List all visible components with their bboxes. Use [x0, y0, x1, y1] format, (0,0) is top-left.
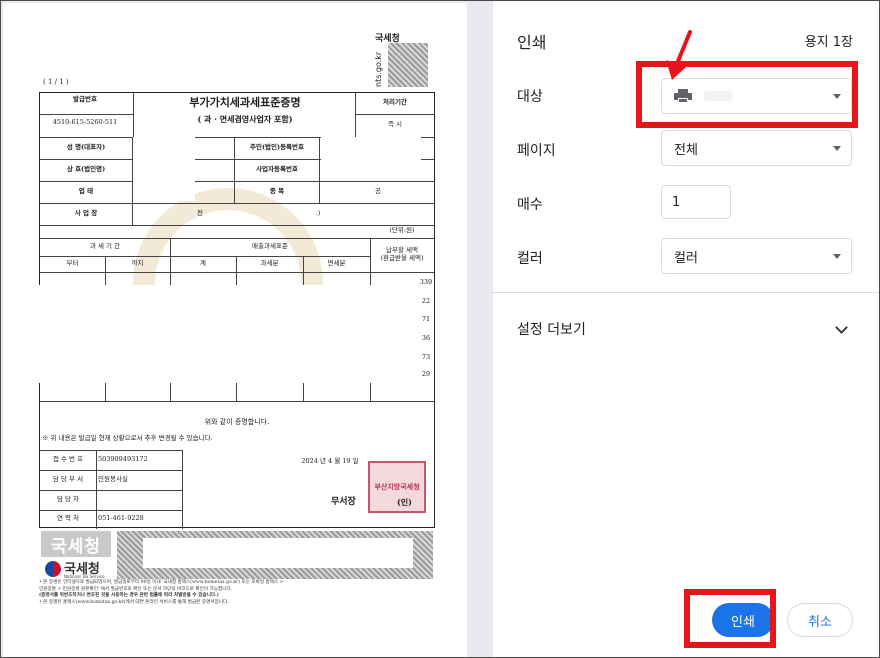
- document-title: 부가가치세과세표준증명: [189, 96, 301, 110]
- validity-note: ※ 위 내용은 발급일 현재 상황으로서 추후 변경될 수 있습니다.: [42, 434, 213, 443]
- sheet-count: 용지 1장: [804, 35, 853, 50]
- pages-label: 페이지: [517, 143, 556, 159]
- tax-amount: 339: [419, 278, 433, 287]
- tax-amount: 29: [421, 370, 431, 379]
- issue-no-value: 4510-615-5260-511: [52, 118, 118, 127]
- col-tax: 납부할 세액 (환급받을 세액): [380, 246, 424, 262]
- section-divider: [493, 292, 879, 293]
- business-type-label: 업 태: [78, 187, 94, 196]
- color-value: 컬러: [674, 250, 698, 266]
- document-subtitle: ( 과 · 면세겸영사업자 포함): [197, 114, 293, 125]
- category-label: 종 목: [269, 187, 285, 196]
- color-label: 컬러: [517, 251, 543, 267]
- more-settings-toggle[interactable]: 설정 더보기: [493, 305, 879, 349]
- footer-agency-en: National Tax Service: [64, 574, 105, 579]
- pages-value: 전체: [674, 142, 698, 158]
- seal-mark: (인): [397, 497, 412, 507]
- issue-date: 2024 년 4 월 19 일: [301, 457, 359, 466]
- dialog-title: 인쇄: [517, 33, 547, 52]
- address-tail: .): [315, 209, 321, 218]
- annotation-arrow-icon: [666, 30, 692, 80]
- name-label: 성 명(대표자): [66, 143, 106, 152]
- dept-label: 담 당 부 서: [52, 475, 84, 484]
- contact-value: 051-461-9228: [98, 514, 144, 523]
- print-preview-pane[interactable]: 국세청 nts.go.kr ( 1 / 1 ) 발급번호 4510-615-52…: [1, 1, 493, 657]
- tax-amount: 36: [421, 334, 431, 343]
- page-indicator: ( 1 / 1 ): [43, 78, 69, 86]
- certify-text: 위와 같이 증명합니다.: [204, 417, 270, 426]
- tax-amount: 73: [421, 353, 431, 362]
- col-to: 까지: [131, 259, 144, 268]
- col-taxable: 과세분: [260, 259, 279, 268]
- address-value: 전: [197, 209, 203, 218]
- government-emblem-icon: [45, 561, 61, 577]
- col-sales: 매출과세표준: [252, 242, 288, 251]
- category-value: 공: [375, 187, 381, 196]
- more-settings-label: 설정 더보기: [517, 322, 586, 338]
- copies-input[interactable]: 1: [661, 185, 731, 219]
- expand-icon: [835, 321, 848, 334]
- col-period: 과 세 기 간: [89, 242, 121, 251]
- tax-amount: 71: [421, 315, 431, 324]
- col-exempt: 면세분: [327, 259, 346, 268]
- unit-label: (단위:원): [389, 226, 415, 235]
- contact-label: 연 락 처: [56, 514, 80, 523]
- preview-scrollbar[interactable]: [467, 1, 493, 657]
- footer-notes: • 본 증명은 인터넷으로 발급되었으며, 발급일로부터 90일 이내 '국세청…: [39, 580, 284, 605]
- cancel-button[interactable]: 취소: [787, 603, 853, 637]
- resident-no-label: 주민(법인)등록번호: [250, 143, 304, 152]
- footer-logo: 국세청: [41, 531, 111, 557]
- pages-select[interactable]: 전체: [661, 130, 852, 166]
- biz-reg-no-label: 사업자등록번호: [256, 165, 298, 174]
- address-label: 사 업 장: [74, 209, 98, 218]
- preview-page: 국세청 nts.go.kr ( 1 / 1 ) 발급번호 4510-615-52…: [3, 3, 467, 657]
- col-total: 계: [200, 259, 206, 268]
- copies-label: 매수: [517, 197, 543, 213]
- annotation-box-print: [684, 589, 776, 648]
- col-from: 부터: [66, 259, 79, 268]
- barcode-top: [388, 43, 428, 87]
- issuer-name: 무서장: [331, 497, 356, 507]
- receipt-no-value: 503909493172: [98, 455, 148, 464]
- chevron-down-icon: [833, 254, 841, 259]
- destination-label: 대상: [517, 89, 543, 105]
- officer-label: 담 당 자: [56, 495, 80, 504]
- dept-value: 민원봉사실: [98, 475, 128, 484]
- trade-name-label: 상 호(법인명): [66, 165, 106, 174]
- processing-label: 처리기간: [383, 98, 407, 107]
- receipt-no-label: 접 수 번 호: [52, 455, 84, 464]
- site-vertical-text: nts.go.kr: [374, 51, 383, 87]
- color-select[interactable]: 컬러: [661, 238, 852, 274]
- tax-amount: 22: [421, 297, 431, 306]
- processing-value: 즉 시: [387, 120, 403, 129]
- chevron-down-icon: [833, 146, 841, 151]
- issue-no-label: 발급번호: [73, 95, 97, 104]
